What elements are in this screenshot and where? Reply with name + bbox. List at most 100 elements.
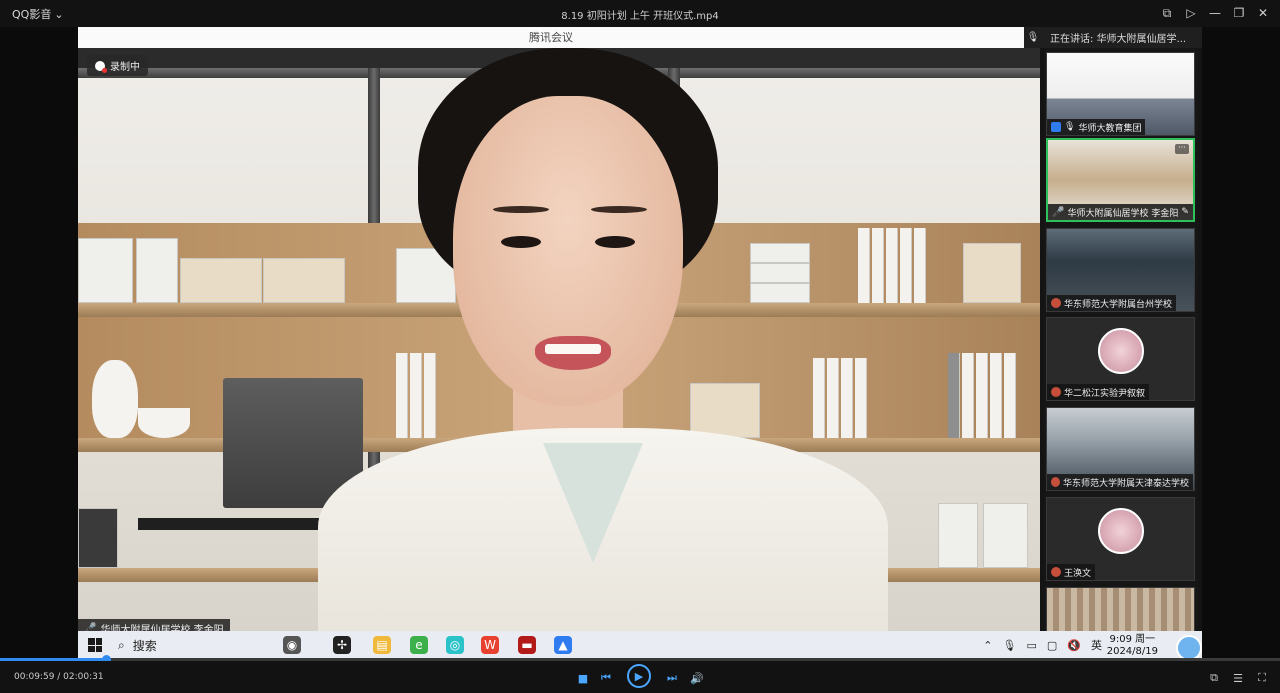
participant-tile[interactable]: ··· 🎤 华师大附属仙居学校 李金阳 ✎ bbox=[1046, 138, 1195, 222]
storage-box bbox=[180, 258, 262, 303]
participant-tile[interactable]: 华二松江实验尹叙叙 bbox=[1046, 317, 1195, 401]
user-icon bbox=[1051, 122, 1061, 132]
participant-name: 华二松江实验尹叙叙 bbox=[1064, 388, 1146, 399]
input-language[interactable]: 英 bbox=[1091, 637, 1102, 653]
chevron-up-icon[interactable]: ⌃ bbox=[983, 639, 992, 652]
host-icon bbox=[1051, 387, 1061, 397]
chat-app-icon[interactable]: ◎ bbox=[446, 636, 464, 654]
participant-name: 华东师范大学附属台州学校 bbox=[1064, 299, 1173, 310]
storage-box bbox=[78, 238, 133, 303]
book bbox=[900, 228, 912, 303]
eye bbox=[595, 236, 635, 248]
speaker-person bbox=[308, 48, 898, 637]
mouth bbox=[535, 336, 611, 370]
screenshot-icon[interactable]: ⧉ bbox=[1205, 669, 1223, 687]
time-display: 00:09:59 / 02:00:31 bbox=[14, 672, 104, 682]
microphone-icon[interactable]: 🎙 bbox=[1003, 639, 1017, 652]
participant-label: 华二松江实验尹叙叙 bbox=[1047, 384, 1150, 400]
vase bbox=[92, 360, 138, 438]
pencil-icon: ✎ bbox=[1181, 207, 1189, 217]
battery-icon[interactable]: ▭ bbox=[1026, 639, 1036, 652]
host-icon bbox=[1051, 567, 1061, 577]
microphone-icon: 🎙 bbox=[1026, 32, 1040, 43]
speaking-label: 正在讲话: bbox=[1050, 34, 1094, 45]
video-player-window: QQ影音 ⌄ 8.19 初阳计划 上午 开班仪式.mp4 ⧉ ▷ — ❐ ✕ 腾… bbox=[0, 0, 1280, 693]
browser-icon[interactable]: e bbox=[410, 636, 428, 654]
main-speaker-view: 录制中 🎤 华师大附属仙居学校 李金阳 bbox=[78, 48, 1040, 637]
search-label: 搜索 bbox=[132, 638, 157, 653]
more-icon[interactable]: ··· bbox=[1175, 144, 1189, 154]
eyebrow bbox=[591, 206, 647, 213]
participant-label: 🎙 华师大教育集团 bbox=[1047, 119, 1146, 135]
participant-name: 华师大教育集团 bbox=[1078, 123, 1142, 134]
participant-name: 华师大附属仙居学校 李金阳 bbox=[1067, 208, 1179, 219]
stop-icon[interactable]: ■ bbox=[574, 669, 592, 687]
book bbox=[990, 353, 1002, 438]
video-frame[interactable]: 腾讯会议 🎙 正在讲话: 华师大附属仙居学... 录制中 🎤 华师大附属仙居学校… bbox=[78, 27, 1202, 659]
taskbar-clock[interactable]: 9:09 周一 2024/8/19 bbox=[1107, 634, 1158, 658]
recording-label: 录制中 bbox=[110, 62, 140, 73]
participant-tile[interactable]: 🎙 华师大教育集团 bbox=[1046, 52, 1195, 136]
participant-label: 华东师范大学附属天津泰达学校 bbox=[1047, 474, 1193, 490]
minimize-button[interactable]: — bbox=[1206, 4, 1224, 22]
fullscreen-icon[interactable]: ⛶ bbox=[1253, 669, 1271, 687]
settings-icon[interactable]: ☰ bbox=[1229, 669, 1247, 687]
pdf-app-icon[interactable]: ▬ bbox=[518, 636, 536, 654]
os-taskbar: ⌕ 搜索 ◉ ✢ ▤ e ◎ W ▬ ▲ ⌃ 🎙 ▭ ▢ 🔇 英 9:09 周一… bbox=[78, 631, 1202, 659]
recording-badge: 录制中 bbox=[87, 55, 148, 76]
participant-tile[interactable]: 华东师范大学附属台州学校 bbox=[1046, 228, 1195, 312]
participant-tile[interactable]: 华东师范大学附属天津泰达学校 bbox=[1046, 407, 1195, 491]
participant-tile[interactable] bbox=[1046, 587, 1195, 637]
next-icon[interactable]: ⏭ bbox=[663, 669, 681, 687]
cast-icon[interactable]: ▷ bbox=[1182, 4, 1200, 22]
avatar bbox=[1097, 508, 1144, 554]
storage-box bbox=[963, 243, 1021, 303]
system-tray: ⌃ 🎙 ▭ ▢ 🔇 英 bbox=[983, 631, 1102, 659]
wps-icon[interactable]: W bbox=[481, 636, 499, 654]
screenshot-icon[interactable]: ⧉ bbox=[1158, 4, 1176, 22]
playback-controls: 00:09:59 / 02:00:31 ■ ⏮ ▶ ⏭ 🔊 ⧉ ☰ ⛶ bbox=[0, 661, 1280, 693]
participant-video bbox=[1047, 588, 1194, 637]
bowl bbox=[138, 408, 190, 438]
app-icon[interactable]: ✢ bbox=[333, 636, 351, 654]
participant-tile[interactable]: 王涣文 bbox=[1046, 497, 1195, 581]
speaking-name: 华师大附属仙居学... bbox=[1096, 34, 1187, 45]
camera-app-icon[interactable]: ◉ bbox=[283, 636, 301, 654]
close-button[interactable]: ✕ bbox=[1254, 4, 1272, 22]
folder-icon[interactable]: ▤ bbox=[373, 636, 391, 654]
notification-bubble-icon[interactable] bbox=[1176, 635, 1202, 659]
title-bar: QQ影音 ⌄ 8.19 初阳计划 上午 开班仪式.mp4 ⧉ ▷ — ❐ ✕ bbox=[0, 0, 1280, 27]
windows-start-icon[interactable] bbox=[88, 638, 102, 652]
search-icon: ⌕ bbox=[118, 637, 125, 652]
book bbox=[914, 228, 926, 303]
participant-name: 王涣文 bbox=[1064, 568, 1092, 579]
storage-box bbox=[136, 238, 178, 303]
book bbox=[1004, 353, 1016, 438]
eyebrow bbox=[493, 206, 549, 213]
speaker-muted-icon[interactable]: 🔇 bbox=[1067, 639, 1081, 652]
microphone-icon: 🎙 bbox=[1064, 122, 1076, 132]
volume-icon[interactable]: 🔊 bbox=[688, 669, 706, 687]
network-icon[interactable]: ▢ bbox=[1047, 639, 1057, 652]
eye bbox=[501, 236, 541, 248]
host-icon bbox=[1051, 477, 1060, 487]
window-controls: ⧉ ▷ — ❐ ✕ bbox=[1158, 4, 1272, 22]
meeting-app-icon[interactable]: ▲ bbox=[554, 636, 572, 654]
microphone-icon: 🎤 bbox=[1052, 206, 1065, 218]
participants-panel[interactable]: 🎙 华师大教育集团 ··· 🎤 华师大附属仙居学校 李金阳 ✎ 华东师范大学附属… bbox=[1044, 48, 1198, 637]
camera bbox=[78, 508, 118, 568]
restore-button[interactable]: ❐ bbox=[1230, 4, 1248, 22]
previous-icon[interactable]: ⏮ bbox=[597, 669, 615, 687]
book bbox=[962, 353, 974, 438]
teeth bbox=[545, 344, 601, 354]
avatar bbox=[1097, 328, 1144, 374]
book bbox=[948, 353, 960, 438]
speaking-text: 正在讲话: 华师大附属仙居学... bbox=[1050, 30, 1186, 45]
play-icon: ▶ bbox=[634, 669, 644, 683]
play-button[interactable]: ▶ bbox=[627, 664, 651, 688]
participant-label: 华东师范大学附属台州学校 bbox=[1047, 295, 1177, 311]
speaking-indicator: 🎙 正在讲话: 华师大附属仙居学... bbox=[1024, 27, 1202, 48]
storage-box bbox=[983, 503, 1028, 568]
storage-box bbox=[938, 503, 978, 568]
clock-date: 2024/8/19 bbox=[1106, 646, 1158, 657]
